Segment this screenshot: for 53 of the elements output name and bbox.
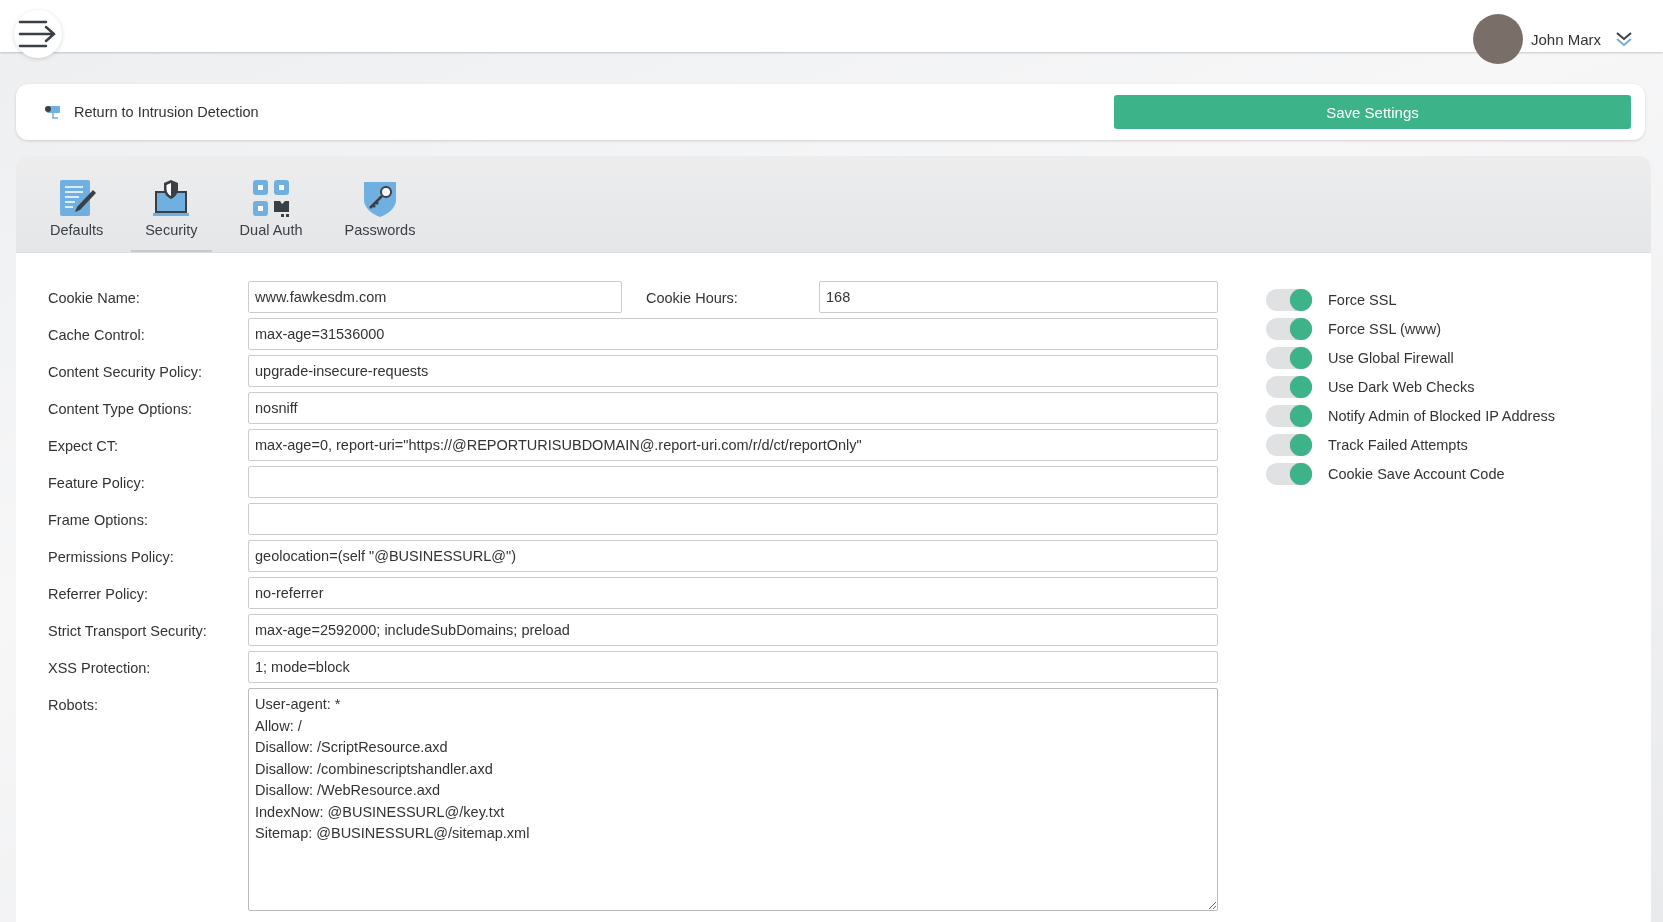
toggle-switch[interactable] (1266, 318, 1312, 340)
laptop-shield-icon (151, 178, 192, 218)
input-field[interactable] (248, 503, 1218, 535)
input-field[interactable]: www.fawkesdm.com (248, 281, 622, 313)
input-field[interactable] (248, 466, 1218, 498)
qr-code-icon (251, 178, 292, 218)
input-field[interactable]: 1; mode=block (248, 651, 1218, 683)
toggle-switch[interactable] (1266, 405, 1312, 427)
toggle-switch[interactable] (1266, 289, 1312, 311)
menu-icon (18, 19, 58, 49)
field-label: Cookie Hours: (645, 289, 739, 306)
toggle-label: Notify Admin of Blocked IP Address (1328, 408, 1555, 424)
settings-tab[interactable]: Passwords (330, 178, 430, 252)
toggle-label: Use Global Firewall (1328, 350, 1454, 366)
field-label: Permissions Policy: (48, 548, 175, 565)
toggle-switch[interactable] (1266, 463, 1312, 485)
double-chevron-down-icon[interactable] (1615, 31, 1633, 47)
field-label: Cookie Name: (48, 289, 141, 306)
field-label: Cache Control: (48, 326, 146, 343)
input-field[interactable]: nosniff (248, 392, 1218, 424)
camera-icon (44, 104, 62, 120)
field-label: Referrer Policy: (48, 585, 149, 602)
user-name[interactable]: John Marx (1530, 30, 1601, 48)
input-field[interactable]: no-referrer (248, 577, 1218, 609)
input-field[interactable]: max-age=2592000; includeSubDomains; preload (248, 614, 1218, 646)
field-label: Frame Options: (48, 511, 149, 528)
field-label: Robots: (48, 696, 99, 713)
input-field[interactable]: max-age=0, report-uri="https://@REPORTURISUBDOMAIN@.report-uri.com/r/d/ct/reportOnly" (248, 429, 1218, 461)
avatar-photo-placeholder[interactable] (1472, 14, 1523, 64)
field-label: Feature Policy: (48, 474, 146, 491)
input-field[interactable]: upgrade-insecure-requests (248, 355, 1218, 387)
field-label: Content Security Policy: (48, 363, 203, 380)
toggle-label: Use Dark Web Checks (1328, 379, 1475, 395)
return-link[interactable]: Return to Intrusion Detection (44, 104, 259, 120)
menu-button[interactable] (14, 10, 62, 58)
toggle-label: Force SSL (www) (1328, 321, 1442, 337)
field-label: Expect CT: (48, 437, 120, 454)
toggle-label: Track Failed Attempts (1328, 437, 1468, 453)
field-label: Content Type Options: (48, 400, 194, 417)
toggle-switch[interactable] (1266, 347, 1312, 369)
input-field[interactable]: geolocation=(self "@BUSINESSURL@") (248, 540, 1218, 572)
settings-tab[interactable]: Dual Auth (225, 178, 317, 252)
toggle-label: Force SSL (1328, 292, 1397, 308)
toggle-switch[interactable] (1266, 434, 1312, 456)
field-label: Strict Transport Security: (48, 622, 208, 639)
toggle-switch[interactable] (1266, 376, 1312, 398)
settings-tab[interactable]: Defaults (36, 178, 118, 252)
input-field[interactable]: 168 (819, 281, 1218, 313)
field-label: XSS Protection: (48, 659, 152, 676)
settings-tab[interactable]: Security (131, 178, 212, 252)
robots-text-area[interactable]: User-agent: * Allow: / Disallow: /ScriptResource.axd Disallow: /combinescriptshandler.axd Disallow: /WebResource.axd IndexNow: @BUSINESSURL@/key.txt Sitemap: @BUSINESSURL@/sitemap.xml (248, 688, 1218, 911)
input-field[interactable]: max-age=31536000 (248, 318, 1218, 350)
toggle-label: Cookie Save Account Code (1328, 466, 1505, 482)
